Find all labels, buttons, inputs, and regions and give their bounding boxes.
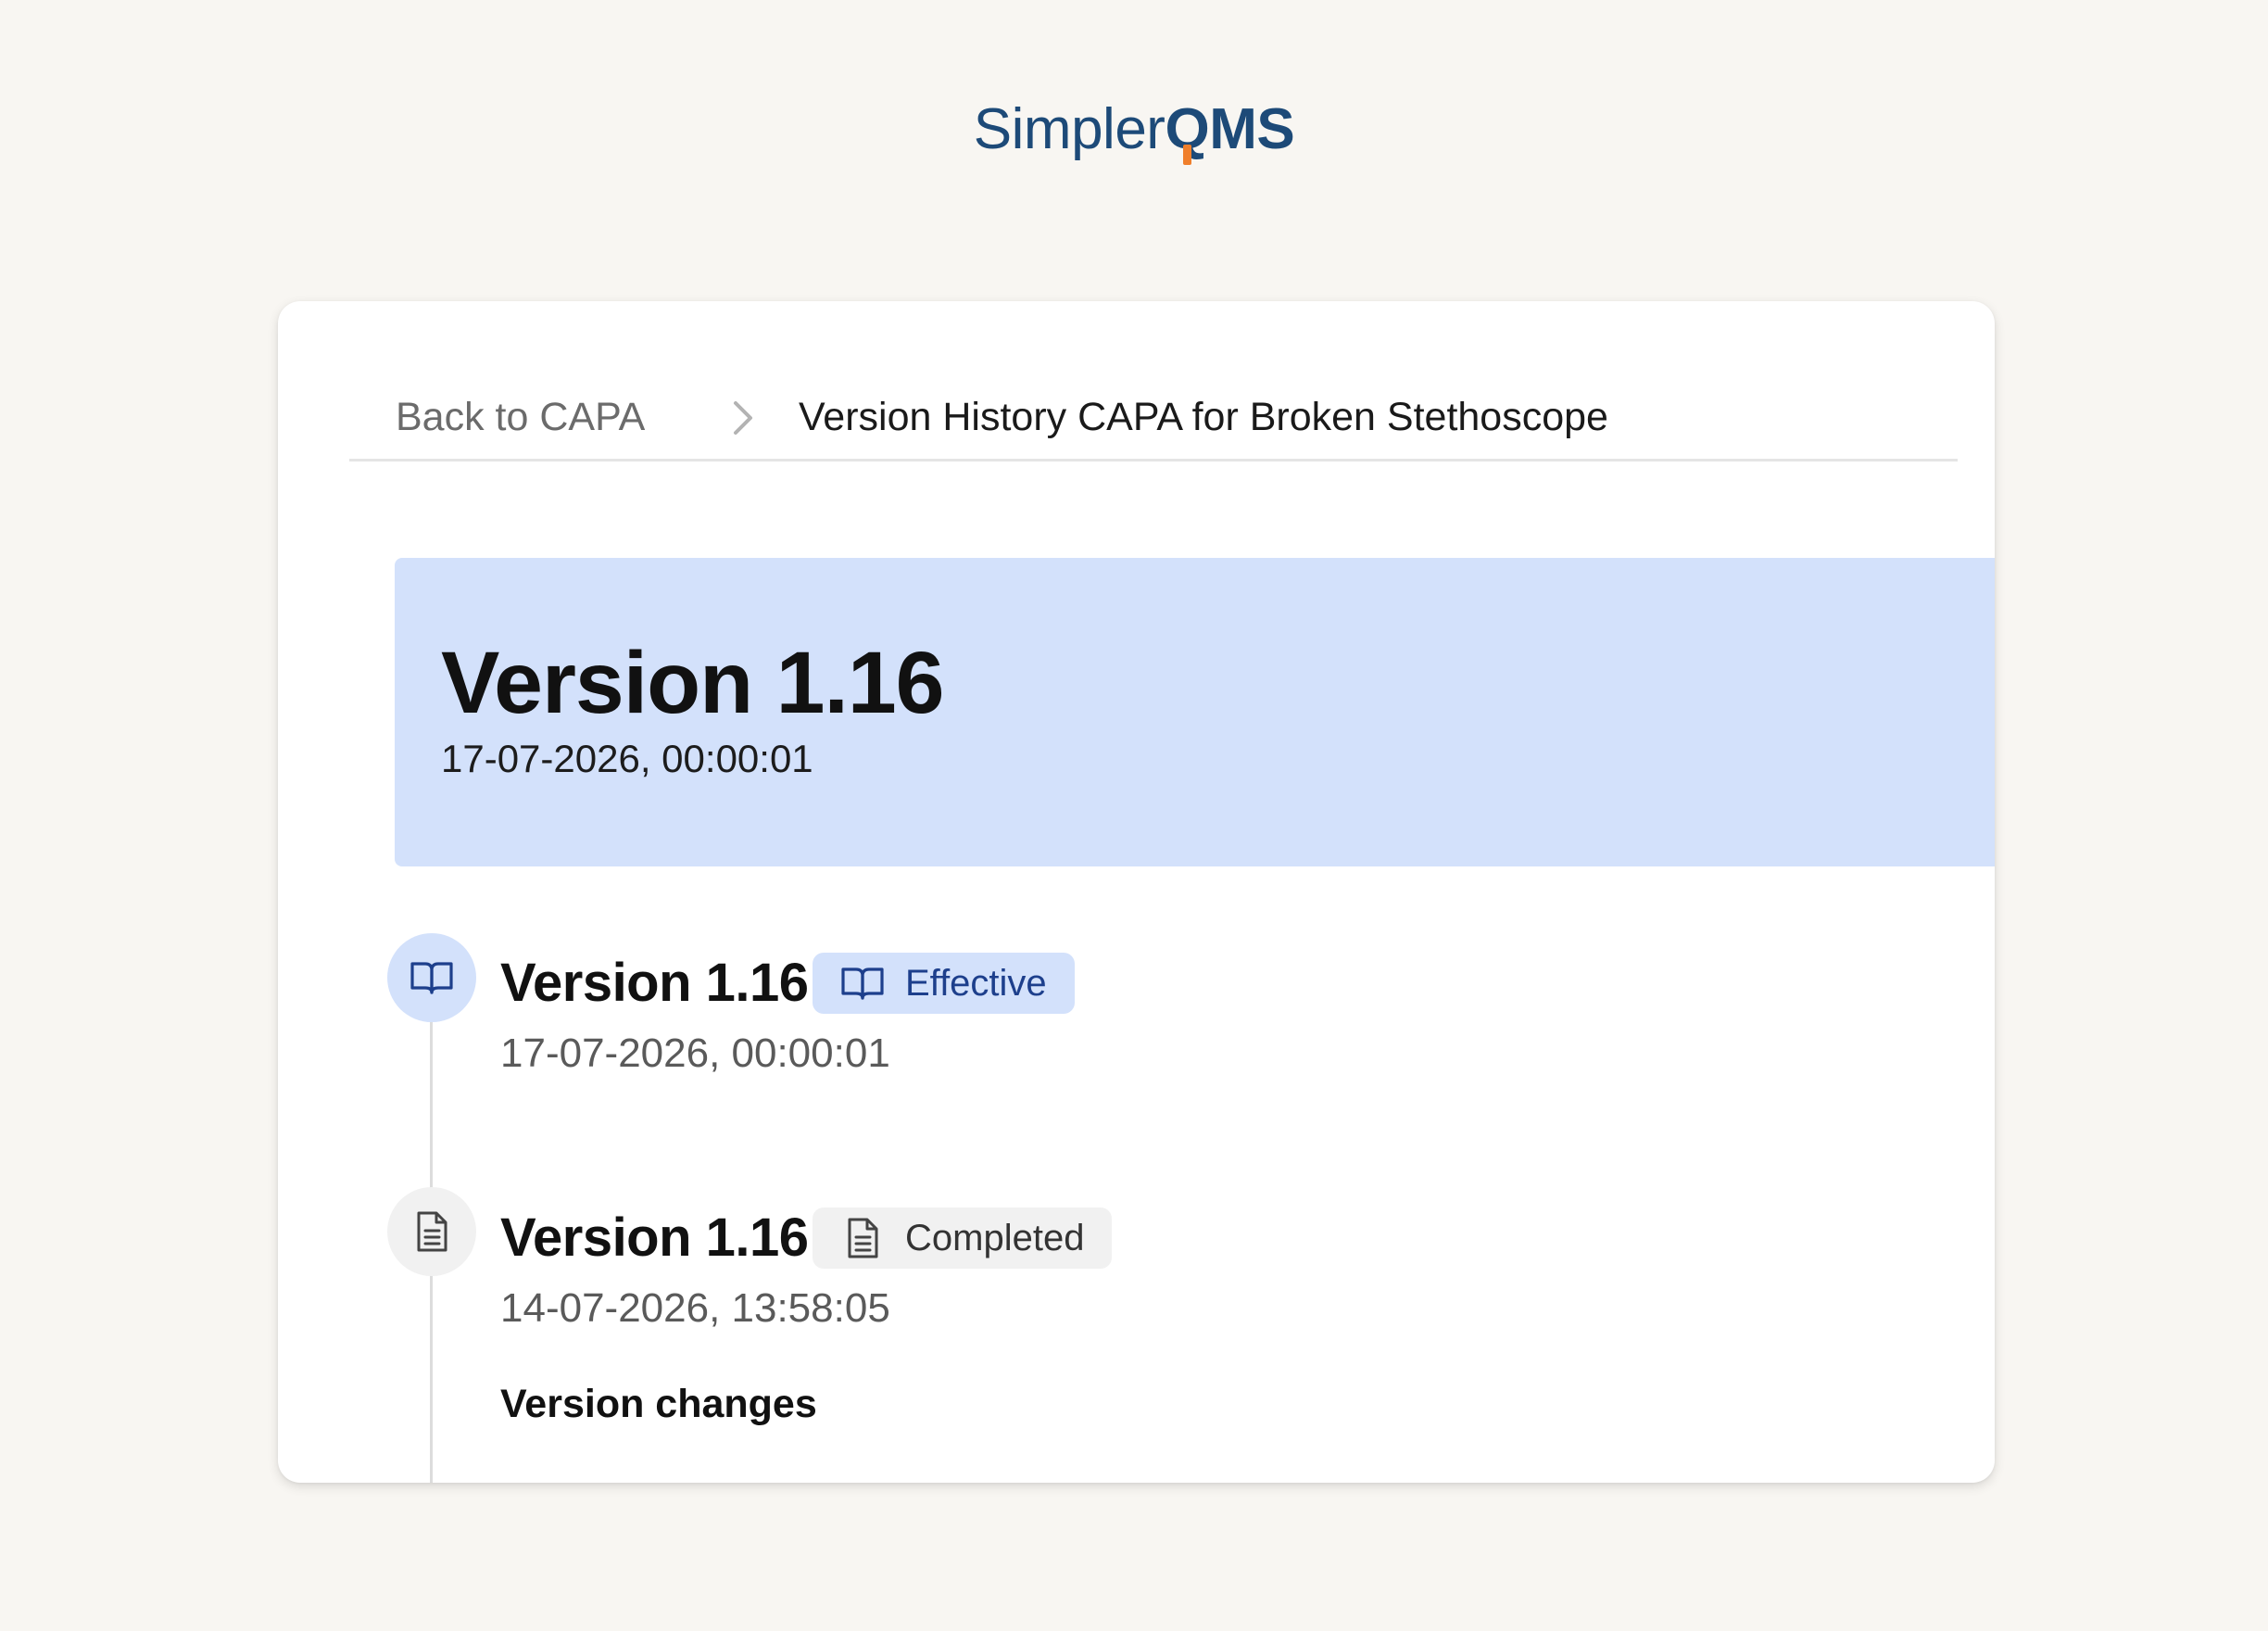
breadcrumb-current-page: Version History CAPA for Broken Stethosc… [799, 395, 1608, 439]
logo-q-mark: Q [1165, 93, 1210, 167]
current-version-date: 17-07-2026, 00:00:01 [441, 737, 813, 780]
timeline-entry-date: 14-07-2026, 13:58:05 [500, 1285, 890, 1331]
back-to-capa-link[interactable]: Back to CAPA [396, 394, 645, 440]
timeline-entry-title: Version 1.16 [500, 953, 809, 1013]
current-version-title: Version 1.16 [441, 634, 945, 732]
timeline-marker-document-icon [387, 1187, 476, 1276]
brand-logo: SimplerQ MS [0, 93, 2268, 167]
timeline-entry-date: 17-07-2026, 00:00:01 [500, 1030, 890, 1076]
chevron-right-icon [724, 398, 762, 438]
status-badge-label: Completed [905, 1217, 1085, 1258]
version-changes-heading: Version changes [500, 1382, 817, 1426]
logo-text-ms: MS [1209, 97, 1295, 161]
breadcrumb: Back to CAPA Version History CAPA for Br… [349, 357, 1958, 461]
book-open-icon [410, 962, 453, 994]
current-version-header: Version 1.16 17-07-2026, 00:00:01 [395, 558, 1995, 866]
version-history-card: Back to CAPA Version History CAPA for Br… [278, 301, 1995, 1483]
document-icon [417, 1211, 447, 1252]
timeline-entry-title: Version 1.16 [500, 1207, 809, 1268]
logo-text-simpler: Simpler [973, 97, 1166, 161]
document-icon [840, 1216, 885, 1260]
status-badge-effective: Effective [813, 953, 1075, 1014]
status-badge-label: Effective [905, 962, 1047, 1004]
timeline-marker-book-open-icon [387, 933, 476, 1022]
book-open-icon [840, 961, 885, 1005]
timeline-connector [430, 1276, 433, 1461]
status-badge-completed: Completed [813, 1207, 1113, 1269]
logo-text-qms: Q MS [1165, 97, 1295, 165]
logo-q-accent [1183, 145, 1192, 165]
